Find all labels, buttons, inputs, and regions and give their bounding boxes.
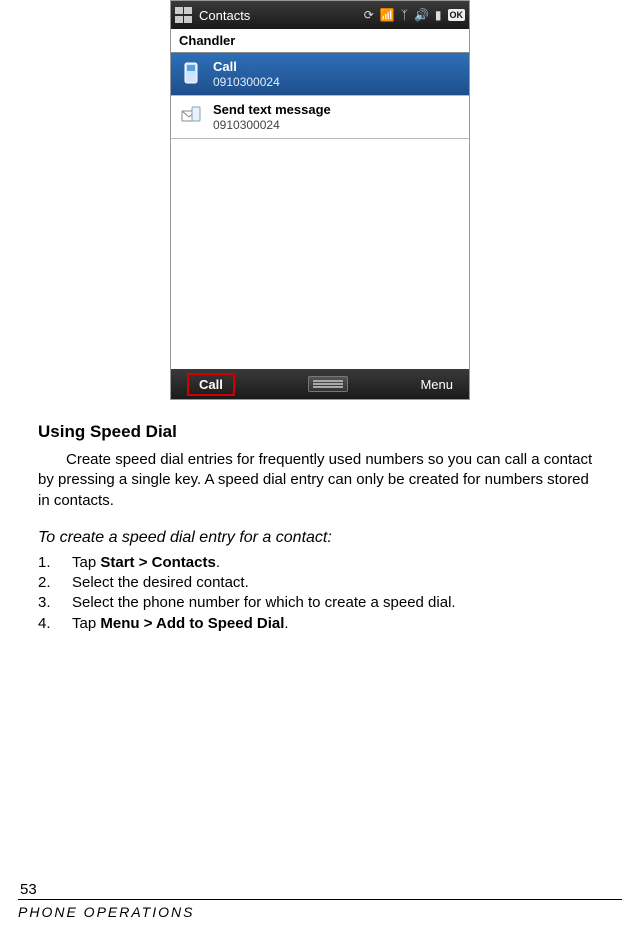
steps-list: 1. Tap Start > Contacts. 2. Select the d…: [38, 553, 602, 634]
volume-icon: 🔊: [414, 8, 429, 22]
page-number: 53: [18, 881, 39, 900]
softkey-keyboard-icon[interactable]: [308, 376, 348, 392]
phone-statusbar: Contacts ⟳ 📶 ᛉ 🔊 ▮ OK: [171, 1, 469, 29]
softkey-call[interactable]: Call: [187, 373, 235, 396]
contact-name-bar: Chandler: [171, 29, 469, 53]
step-item: 3. Select the phone number for which to …: [38, 593, 602, 613]
step-number: 1.: [38, 553, 72, 573]
section-heading: Using Speed Dial: [38, 422, 602, 442]
softkey-menu[interactable]: Menu: [420, 377, 453, 392]
step-item: 4. Tap Menu > Add to Speed Dial.: [38, 614, 602, 634]
action-title: Call: [213, 59, 280, 75]
windows-start-icon: [175, 7, 193, 23]
action-number: 0910300024: [213, 118, 331, 132]
statusbar-title: Contacts: [199, 8, 250, 23]
battery-icon: ▮: [435, 8, 442, 22]
step-text: Tap Menu > Add to Speed Dial.: [72, 614, 602, 634]
sync-icon: ⟳: [364, 8, 374, 22]
phone-empty-area: [171, 139, 469, 369]
page-footer: 53 Phone Operations: [0, 881, 640, 920]
section-paragraph: Create speed dial entries for frequently…: [38, 450, 602, 511]
step-item: 2. Select the desired contact.: [38, 573, 602, 593]
action-call[interactable]: Call 0910300024: [171, 53, 469, 96]
softkey-bar: Call Menu: [171, 369, 469, 399]
action-title: Send text message: [213, 102, 331, 118]
chapter-title: Phone Operations: [18, 904, 622, 920]
ok-button[interactable]: OK: [448, 9, 466, 21]
step-text: Tap Start > Contacts.: [72, 553, 602, 573]
section-subheading: To create a speed dial entry for a conta…: [38, 529, 602, 547]
step-number: 4.: [38, 614, 72, 634]
step-number: 3.: [38, 593, 72, 613]
sms-icon: [179, 102, 203, 130]
step-item: 1. Tap Start > Contacts.: [38, 553, 602, 573]
step-number: 2.: [38, 573, 72, 593]
status-icons: ⟳ 📶 ᛉ 🔊 ▮ OK: [364, 8, 465, 22]
step-text: Select the desired contact.: [72, 573, 602, 593]
action-number: 0910300024: [213, 75, 280, 89]
signal-icon: 📶: [380, 8, 395, 22]
phone-icon: [179, 59, 203, 87]
step-text: Select the phone number for which to cre…: [72, 593, 602, 613]
phone-screenshot: Contacts ⟳ 📶 ᛉ 🔊 ▮ OK Chandler Call 0910…: [170, 0, 470, 400]
action-send-text[interactable]: Send text message 0910300024: [171, 96, 469, 139]
antenna-icon: ᛉ: [401, 8, 408, 22]
